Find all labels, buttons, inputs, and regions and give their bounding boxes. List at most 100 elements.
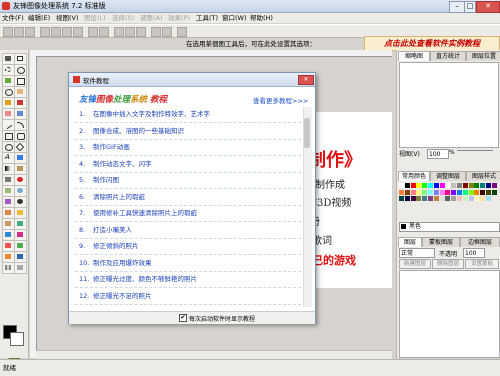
menu-effects[interactable]: 效果(P) [168,13,190,23]
palette-swatch[interactable] [462,183,468,188]
set-mask-button[interactable]: 设置蒙板 [465,259,499,269]
zoom-slider[interactable] [457,150,493,154]
tutorial-item[interactable]: 7. 使用修补工具快速清除照片上的瑕疵 [75,206,301,222]
palette-swatch[interactable] [480,183,486,188]
layers-list[interactable] [399,270,500,358]
palette-swatch[interactable] [428,183,433,188]
palette-swatch[interactable] [491,183,497,188]
thumbnail-preview[interactable] [399,62,499,148]
dialog-scroll-thumb[interactable] [304,118,310,148]
tutorial-item[interactable]: 9. 修正倾斜的照片 [75,239,301,255]
tutorial-item[interactable]: 12. 修正曝光不足的照片 [75,289,301,305]
more-tutorials-link[interactable]: 查看更多教程>>> [253,95,308,105]
color-palette[interactable] [399,183,497,219]
palette-swatch[interactable] [491,189,497,195]
new-file-icon[interactable] [3,27,13,37]
tab-layer-style[interactable]: 图层样式 [466,171,500,181]
palette-swatch[interactable] [468,183,474,188]
dialog-close-button[interactable]: ✕ [298,75,314,85]
palette-swatch[interactable] [428,196,433,201]
tutorial-item[interactable]: 5. 制作闪图 [75,173,301,189]
measure-tool-icon[interactable] [14,262,27,274]
palette-swatch[interactable] [404,189,410,195]
palette-swatch[interactable] [480,189,486,195]
tutorial-item[interactable]: 3. 制作GIF动画 [75,140,301,156]
cut-icon[interactable] [51,27,61,37]
new-layer-button[interactable]: 新建图层 [399,259,431,269]
palette-swatch[interactable] [451,183,457,188]
palette-swatch[interactable] [486,189,491,195]
close-button[interactable]: ✕ [476,1,500,13]
palette-swatch[interactable] [433,189,439,195]
palette-swatch[interactable] [439,183,445,188]
tab-thumbnail[interactable]: 缩略图 [398,51,430,61]
blend-mode-select[interactable]: 正常 [399,248,435,258]
menu-window[interactable]: 窗口(W) [222,13,247,23]
tab-layers[interactable]: 图层 [398,237,422,247]
palette-swatch[interactable] [422,183,428,188]
palette-swatch[interactable] [457,183,462,188]
palette-swatch[interactable] [416,189,422,195]
tab-common-colors[interactable]: 常用颜色 [398,171,430,181]
menu-edit[interactable]: 编辑(E) [28,13,50,23]
palette-swatch[interactable] [404,183,410,188]
tutorial-item[interactable]: 6. 清除照片上的瑕疵 [75,190,301,206]
palette-swatch[interactable] [462,196,468,201]
palette-swatch[interactable] [445,183,451,188]
palette-swatch[interactable] [451,189,457,195]
palette-swatch[interactable] [433,196,439,201]
tutorial-item[interactable]: 4. 制作动态文字、闪字 [75,157,301,173]
palette-swatch[interactable] [433,183,439,188]
palette-swatch[interactable] [474,196,480,201]
save-file-icon[interactable] [25,27,35,37]
palette-swatch[interactable] [399,189,404,195]
menu-view[interactable]: 视图(V) [56,13,79,23]
palette-swatch[interactable] [486,196,491,201]
tab-histogram[interactable]: 直方统计 [430,51,466,61]
paste-icon[interactable] [73,27,83,37]
palette-swatch[interactable] [416,183,422,188]
palette-swatch[interactable] [445,189,451,195]
tab-border-layer[interactable]: 边框图层 [460,237,500,247]
rotate-icon[interactable] [136,27,146,37]
redo-icon[interactable] [99,27,109,37]
palette-swatch[interactable] [439,189,445,195]
menu-select[interactable]: 选择(S) [112,13,134,23]
palette-swatch[interactable] [486,183,491,188]
palette-swatch[interactable] [422,189,428,195]
minimize-button[interactable]: – [449,1,465,13]
view-tutorials-banner[interactable]: 点击此处查看软件实例教程 [364,36,500,51]
help-icon[interactable] [177,27,187,37]
tutorial-item[interactable]: 2. 图像合成、溶图的一些基础知识 [75,124,301,140]
palette-swatch[interactable] [457,189,462,195]
tab-mask-layer[interactable]: 蒙板图层 [422,237,460,247]
palette-swatch[interactable] [410,183,416,188]
print-icon[interactable] [40,27,50,37]
palette-swatch[interactable] [428,189,433,195]
palette-swatch[interactable] [410,196,416,201]
menu-adjust[interactable]: 调整(A) [140,13,163,23]
delete-layer-button[interactable]: 删除图层 [432,259,464,269]
zoom-in-icon[interactable] [114,27,124,37]
palette-swatch[interactable] [439,196,445,201]
dialog-title-bar[interactable]: 软件教程 ✕ [69,73,315,87]
copy-icon[interactable] [62,27,72,37]
menu-help[interactable]: 帮助(H) [250,13,273,23]
palette-swatch[interactable] [468,196,474,201]
palette-swatch[interactable] [422,196,428,201]
palette-swatch[interactable] [462,189,468,195]
show-on-startup-checkbox[interactable]: ✔ [179,314,187,322]
maximize-button[interactable]: □ [464,1,476,13]
undo-icon[interactable] [88,27,98,37]
menu-layer[interactable]: 图层(L) [84,13,106,23]
palette-swatch[interactable] [468,189,474,195]
palette-swatch[interactable] [474,183,480,188]
zoom-out-icon[interactable] [125,27,135,37]
palette-swatch[interactable] [399,183,404,188]
opacity-input[interactable]: 100 [463,248,485,258]
palette-swatch[interactable] [399,196,404,201]
open-file-icon[interactable] [14,27,24,37]
zoom-input[interactable]: 100 [427,149,449,159]
tutorial-item[interactable]: 11. 修正曝光过度、颜色不够鲜艳的照片 [75,272,301,288]
palette-swatch[interactable] [410,189,416,195]
